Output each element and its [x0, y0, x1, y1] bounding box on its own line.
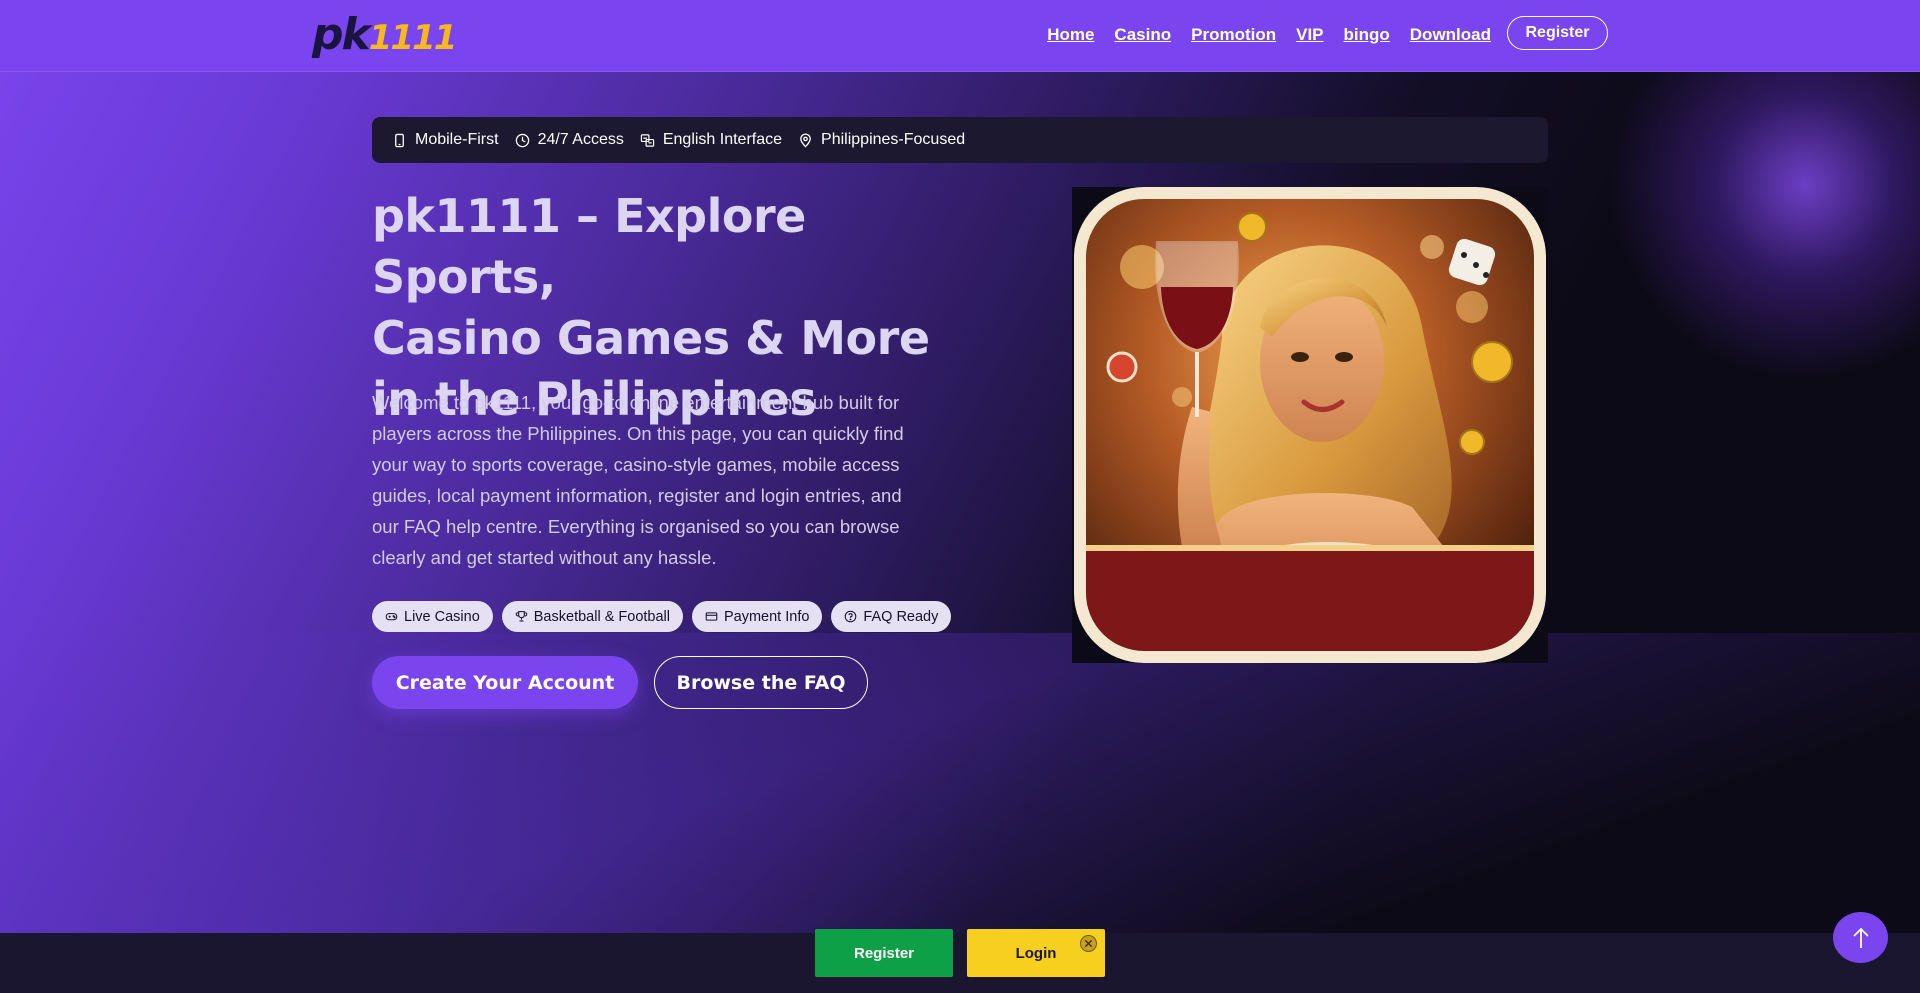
chip-label: Payment Info: [723, 608, 810, 625]
create-account-button[interactable]: Create Your Account: [372, 656, 638, 709]
title-line-2: Casino Games & More: [372, 311, 930, 365]
feature-strip: Mobile-First 24/7 Access English Interfa…: [372, 117, 1548, 163]
hero-illustration: [1072, 187, 1548, 663]
nav-vip[interactable]: VIP: [1296, 25, 1323, 45]
header-register-button[interactable]: Register: [1507, 16, 1608, 50]
strip-label: Philippines-Focused: [821, 131, 966, 148]
chip-label: FAQ Ready: [863, 608, 939, 625]
sticky-register-button[interactable]: Register: [815, 929, 953, 977]
nav-promotion[interactable]: Promotion: [1191, 25, 1276, 45]
credit-card-icon: [705, 612, 718, 621]
strip-label: 24/7 Access: [537, 131, 624, 148]
strip-label: English Interface: [662, 131, 783, 148]
chip-sports: Basketball & Football: [501, 601, 683, 632]
title-line-1: pk1111 – Explore Sports,: [372, 189, 806, 304]
map-pin-icon: [800, 133, 811, 148]
nav-download[interactable]: Download: [1410, 25, 1491, 45]
nav-home[interactable]: Home: [1047, 25, 1094, 45]
chip-label: Basketball & Football: [533, 608, 670, 625]
arrow-up-icon: [1852, 927, 1869, 948]
strip-item-mobile: Mobile-First: [392, 131, 499, 149]
trophy-icon: [515, 611, 528, 622]
clock-icon: [515, 133, 529, 147]
chip-label: Live Casino: [404, 608, 480, 625]
feature-chips: Live Casino Basketball & Football Paymen…: [372, 601, 952, 632]
strip-item-location: Philippines-Focused: [798, 131, 965, 149]
help-circle-icon: [845, 610, 857, 623]
strip-item-access: 24/7 Access: [515, 131, 624, 149]
strip-item-language: English Interface: [640, 131, 782, 149]
close-icon[interactable]: [1080, 935, 1097, 952]
hero-description: Welcome to pk1111, your go-to online ent…: [372, 392, 904, 568]
logo-pk: pk: [312, 9, 371, 60]
chip-payment: Payment Info: [691, 601, 823, 632]
strip-label: Mobile-First: [415, 131, 499, 148]
sticky-bottom-bar: [0, 933, 1920, 993]
chip-live-casino: Live Casino: [372, 601, 493, 632]
browse-faq-button[interactable]: Browse the FAQ: [654, 656, 868, 709]
logo-num: 1111: [368, 18, 458, 58]
chip-faq: FAQ Ready: [831, 601, 952, 632]
site-logo[interactable]: pk1111: [312, 9, 458, 60]
nav-casino[interactable]: Casino: [1114, 25, 1171, 45]
main-nav: Home Casino Promotion VIP bingo Download: [1047, 25, 1491, 45]
language-icon: [640, 133, 655, 147]
site-header: pk1111 Home Casino Promotion VIP bingo D…: [0, 0, 1920, 72]
gamepad-icon: [385, 613, 398, 621]
smartphone-icon: [395, 133, 404, 147]
scroll-top-button[interactable]: [1833, 912, 1888, 963]
nav-bingo[interactable]: bingo: [1344, 25, 1390, 45]
